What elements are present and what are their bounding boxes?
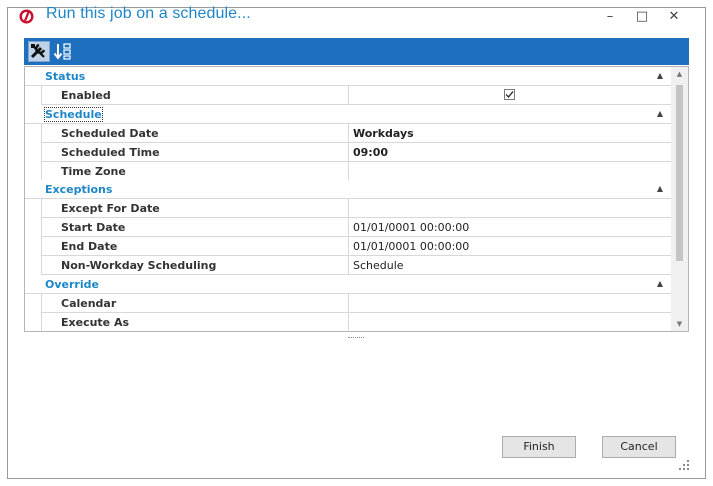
row-gutter <box>25 294 41 313</box>
property-value[interactable] <box>349 313 671 331</box>
description-splitter[interactable] <box>348 337 364 340</box>
property-value[interactable]: 09:00 <box>349 143 671 162</box>
finish-button[interactable]: Finish <box>502 436 576 458</box>
tools-icon <box>30 43 46 59</box>
property-row-end-date[interactable]: End Date 01/01/0001 00:00:00 <box>25 237 671 256</box>
scroll-down-icon[interactable]: ▼ <box>671 317 688 331</box>
category-schedule[interactable]: Schedule ▲ <box>25 105 671 124</box>
row-gutter <box>25 124 41 143</box>
property-name: Scheduled Time <box>41 143 349 162</box>
collapse-icon[interactable]: ▲ <box>657 279 663 288</box>
scroll-up-icon[interactable]: ▲ <box>671 67 688 81</box>
property-value[interactable]: 01/01/0001 00:00:00 <box>349 237 671 256</box>
row-gutter <box>25 218 41 237</box>
window-title: Run this job on a schedule... <box>46 5 251 22</box>
property-name: Enabled <box>41 86 349 105</box>
category-label: Override <box>45 278 99 291</box>
property-row-except-for-date[interactable]: Except For Date <box>25 199 671 218</box>
property-name: Scheduled Date <box>41 124 349 143</box>
vertical-scrollbar[interactable]: ▲ ▼ <box>671 67 688 331</box>
property-value[interactable]: Workdays <box>349 124 671 143</box>
property-name: Time Zone <box>41 162 349 181</box>
property-grid-toolbar <box>24 38 689 65</box>
scrollbar-thumb[interactable] <box>676 85 683 261</box>
property-row-calendar[interactable]: Calendar <box>25 294 671 313</box>
property-name: Execute As <box>41 313 349 331</box>
category-label: Schedule <box>44 107 103 122</box>
property-grid: Status ▲ Enabled Schedule ▲ Scheduled Da… <box>24 66 689 332</box>
property-value[interactable] <box>349 199 671 218</box>
property-name: End Date <box>41 237 349 256</box>
property-value[interactable] <box>349 162 671 181</box>
minimize-button[interactable]: – <box>600 10 620 24</box>
property-row-scheduled-date[interactable]: Scheduled Date Workdays <box>25 124 671 143</box>
maximize-button[interactable]: □ <box>632 10 652 24</box>
alphabetical-view-button[interactable] <box>53 41 75 62</box>
enabled-checkbox[interactable] <box>504 89 515 100</box>
row-gutter <box>25 256 41 275</box>
category-label: Status <box>45 70 86 83</box>
row-gutter <box>25 237 41 256</box>
property-name: Calendar <box>41 294 349 313</box>
property-value[interactable]: 01/01/0001 00:00:00 <box>349 218 671 237</box>
property-row-execute-as[interactable]: Execute As <box>25 313 671 331</box>
property-value[interactable] <box>349 86 671 105</box>
sort-alphabetical-icon <box>53 43 71 60</box>
property-name: Start Date <box>41 218 349 237</box>
collapse-icon[interactable]: ▲ <box>657 71 663 80</box>
checkmark-icon <box>505 91 514 99</box>
collapse-icon[interactable]: ▲ <box>657 109 663 118</box>
property-row-non-workday-scheduling[interactable]: Non-Workday Scheduling Schedule <box>25 256 671 275</box>
category-status[interactable]: Status ▲ <box>25 67 671 86</box>
property-name: Except For Date <box>41 199 349 218</box>
category-label: Exceptions <box>45 183 113 196</box>
category-exceptions[interactable]: Exceptions ▲ <box>25 180 671 199</box>
row-gutter <box>25 199 41 218</box>
property-row-time-zone[interactable]: Time Zone <box>25 162 671 181</box>
categorized-view-button[interactable] <box>28 41 50 62</box>
property-row-scheduled-time[interactable]: Scheduled Time 09:00 <box>25 143 671 162</box>
property-row-start-date[interactable]: Start Date 01/01/0001 00:00:00 <box>25 218 671 237</box>
collapse-icon[interactable]: ▲ <box>657 184 663 193</box>
resize-grip-icon[interactable] <box>679 460 689 470</box>
property-name: Non-Workday Scheduling <box>41 256 349 275</box>
row-gutter <box>25 143 41 162</box>
row-gutter <box>25 313 41 331</box>
app-logo-icon <box>19 9 34 24</box>
close-button[interactable]: ✕ <box>664 10 684 24</box>
cancel-button[interactable]: Cancel <box>602 436 676 458</box>
row-gutter <box>25 162 41 181</box>
property-value[interactable]: Schedule <box>349 256 671 275</box>
property-value[interactable] <box>349 294 671 313</box>
category-override[interactable]: Override ▲ <box>25 275 671 294</box>
property-row-enabled[interactable]: Enabled <box>25 86 671 105</box>
row-gutter <box>25 86 41 105</box>
